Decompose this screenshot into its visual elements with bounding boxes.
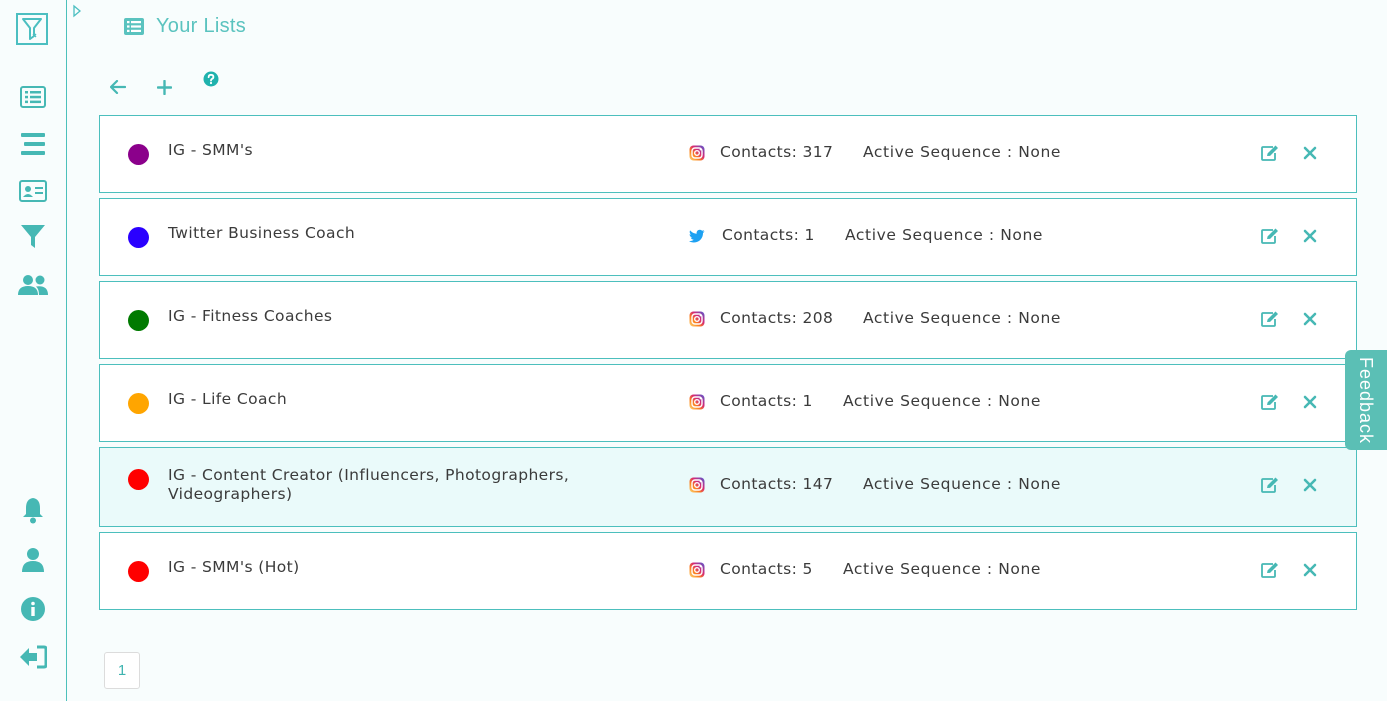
list-icon	[124, 17, 144, 35]
sidebar-item-info[interactable]	[16, 594, 50, 624]
delete-icon[interactable]	[1302, 228, 1318, 244]
list-name[interactable]: IG - SMM's	[168, 141, 638, 160]
instagram-icon	[689, 562, 705, 578]
delete-icon[interactable]	[1302, 145, 1318, 161]
logout-icon	[20, 645, 47, 669]
info-icon	[21, 597, 45, 621]
page-title: Your Lists	[156, 14, 247, 37]
instagram-icon	[689, 477, 705, 493]
list-name[interactable]: IG - Fitness Coaches	[168, 307, 638, 326]
edit-icon[interactable]	[1260, 393, 1280, 411]
edit-icon[interactable]	[1260, 561, 1280, 579]
contacts-count: Contacts: 317	[720, 143, 834, 161]
list-row[interactable]: IG - Content Creator (Influencers, Photo…	[99, 447, 1357, 527]
sidebar-item-team[interactable]	[16, 270, 50, 300]
sidebar	[0, 0, 67, 701]
funnel-icon	[21, 225, 45, 248]
instagram-icon	[689, 145, 705, 161]
menu-bars-icon	[21, 133, 45, 155]
pagination-page-1[interactable]: 1	[104, 652, 140, 689]
list-name[interactable]: IG - Life Coach	[168, 390, 638, 409]
sidebar-item-profile[interactable]	[16, 545, 50, 575]
list-color-dot	[128, 144, 149, 165]
list-color-dot	[128, 393, 149, 414]
contacts-count: Contacts: 208	[720, 309, 834, 327]
list-color-dot	[128, 227, 149, 248]
funnel-logo-icon	[22, 18, 42, 40]
list-row[interactable]: IG - Life Coach Contacts: 1 Active Sequenc…	[99, 364, 1357, 442]
list-color-dot	[128, 561, 149, 582]
sidebar-item-logout[interactable]	[16, 642, 50, 672]
contact-card-icon	[19, 180, 47, 202]
active-sequence: Active Sequence : None	[843, 392, 1042, 410]
sidebar-item-contacts[interactable]	[16, 176, 50, 206]
edit-icon[interactable]	[1260, 227, 1280, 245]
active-sequence: Active Sequence : None	[863, 143, 1062, 161]
bell-icon	[23, 498, 43, 524]
delete-icon[interactable]	[1302, 394, 1318, 410]
edit-icon[interactable]	[1260, 476, 1280, 494]
edit-icon[interactable]	[1260, 310, 1280, 328]
active-sequence: Active Sequence : None	[863, 475, 1062, 493]
instagram-icon	[689, 394, 705, 410]
instagram-icon	[689, 311, 705, 327]
list-row[interactable]: IG - Fitness Coaches Contacts: 208 Active …	[99, 281, 1357, 359]
collapse-arrow-icon[interactable]	[72, 4, 82, 18]
edit-icon[interactable]	[1260, 144, 1280, 162]
sidebar-item-notifications[interactable]	[16, 495, 50, 525]
help-icon[interactable]	[203, 71, 219, 87]
delete-icon[interactable]	[1302, 562, 1318, 578]
logo[interactable]	[16, 13, 48, 45]
back-arrow-icon[interactable]	[110, 80, 126, 94]
list-name[interactable]: Twitter Business Coach	[168, 224, 638, 243]
list-row[interactable]: Twitter Business Coach Contacts: 1 Active …	[99, 198, 1357, 276]
users-icon	[18, 275, 48, 295]
list-name[interactable]: IG - Content Creator (Influencers, Photo…	[168, 466, 638, 504]
sidebar-item-sequences[interactable]	[16, 129, 50, 159]
list-name[interactable]: IG - SMM's (Hot)	[168, 558, 638, 577]
sidebar-item-lists[interactable]	[16, 82, 50, 112]
page-header: Your Lists	[124, 12, 246, 40]
delete-icon[interactable]	[1302, 477, 1318, 493]
user-icon	[22, 548, 44, 572]
active-sequence: Active Sequence : None	[843, 560, 1042, 578]
plus-icon[interactable]	[157, 80, 172, 95]
feedback-label: Feedback	[1356, 356, 1377, 444]
twitter-icon	[689, 229, 705, 243]
active-sequence: Active Sequence : None	[845, 226, 1044, 244]
list-row[interactable]: IG - SMM's (Hot) Contacts: 5 Active Sequen…	[99, 532, 1357, 610]
contacts-count: Contacts: 5	[720, 560, 813, 578]
lists-icon	[20, 86, 46, 108]
list-row[interactable]: IG - SMM's Contacts: 317 Active Sequence :…	[99, 115, 1357, 193]
contacts-count: Contacts: 147	[720, 475, 834, 493]
list-color-dot	[128, 310, 149, 331]
contacts-count: Contacts: 1	[720, 392, 813, 410]
feedback-tab[interactable]: Feedback	[1345, 350, 1387, 450]
contacts-count: Contacts: 1	[722, 226, 815, 244]
active-sequence: Active Sequence : None	[863, 309, 1062, 327]
list-color-dot	[128, 469, 149, 490]
delete-icon[interactable]	[1302, 311, 1318, 327]
sidebar-item-funnels[interactable]	[16, 222, 50, 252]
